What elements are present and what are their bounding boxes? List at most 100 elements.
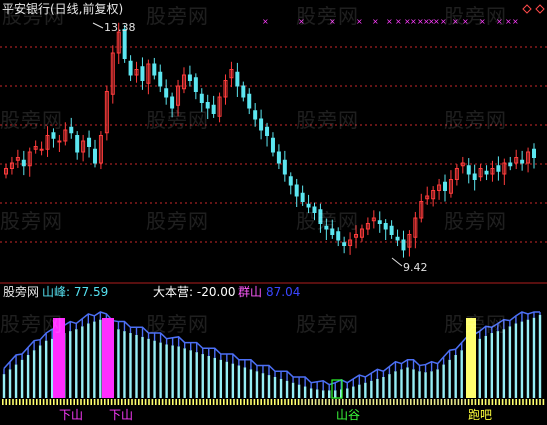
indicator-bar: [418, 371, 421, 398]
corner-diamonds[interactable]: [522, 4, 545, 14]
strip-tick: [182, 399, 184, 405]
strip-tick: [15, 399, 18, 405]
strip-tick: [474, 399, 477, 405]
indicator-bar: [26, 355, 30, 398]
strip-tick: [97, 399, 99, 405]
strip-tick: [399, 399, 402, 405]
strip-tick: [226, 399, 228, 405]
strip-tick: [189, 399, 191, 405]
high-pointer: [92, 22, 104, 29]
signal-label-down-2: 下山: [109, 408, 134, 422]
strip-tick: [325, 399, 327, 405]
indicator-bar: [309, 388, 313, 398]
candle-body: [508, 162, 513, 167]
low-price-label: 9.42: [403, 261, 428, 274]
qunshan-value: 87.04: [266, 285, 301, 299]
watermark: 股旁网: [146, 4, 209, 28]
candle-body: [164, 88, 169, 98]
strip-tick: [433, 399, 436, 405]
strip-tick: [495, 399, 497, 405]
strip-tick: [338, 399, 341, 405]
strip-tick: [46, 399, 48, 405]
candle-body: [152, 63, 157, 76]
strip-tick: [539, 399, 541, 405]
diamond-icon: [535, 4, 545, 14]
strip-tick: [172, 399, 174, 405]
indicator-bar: [38, 345, 42, 398]
strip-tick: [396, 399, 398, 405]
strip-tick: [457, 399, 460, 405]
candle-body: [270, 137, 275, 153]
indicator-bar: [388, 374, 391, 398]
strip-tick: [348, 399, 351, 405]
indicator-bar: [159, 342, 162, 398]
indicator-bar: [273, 376, 277, 398]
strip-tick: [260, 399, 262, 405]
strip-tick: [372, 399, 375, 405]
candle-body: [265, 126, 270, 136]
indicator-bar: [436, 369, 439, 398]
watermark: 股旁网: [2, 4, 65, 28]
strip-tick: [223, 399, 225, 405]
indicator-bar: [93, 321, 96, 398]
strip-tick: [393, 399, 395, 405]
indicator-bar: [32, 350, 36, 398]
strip-tick: [542, 399, 545, 405]
candle-body: [472, 173, 477, 180]
strip-tick: [481, 399, 483, 405]
strip-tick: [406, 399, 409, 405]
strip-tick: [277, 399, 279, 405]
indicator-bar: [303, 386, 307, 398]
strip-tick: [529, 399, 531, 405]
strip-tick: [66, 399, 69, 405]
indicator-bar: [508, 326, 512, 398]
strip-tick: [49, 399, 52, 405]
candle-body: [484, 170, 489, 175]
indicator-bar: [400, 369, 403, 398]
strip-tick: [314, 399, 317, 405]
candle-body: [140, 66, 145, 81]
strip-tick: [158, 399, 160, 405]
candle-body: [199, 93, 204, 103]
strip-tick: [461, 399, 463, 405]
candle-body: [282, 159, 287, 175]
strip-tick: [447, 399, 449, 405]
strip-tick: [236, 399, 239, 405]
strip-tick: [291, 399, 293, 405]
watermark: 股旁网: [0, 312, 63, 336]
indicator-bar: [538, 314, 542, 398]
signal-down-block: [102, 318, 114, 398]
indicator-bar: [183, 348, 186, 398]
candle-body: [300, 192, 305, 202]
indicator-bar: [69, 331, 72, 398]
strip-tick: [464, 399, 466, 405]
strip-tick: [335, 399, 337, 405]
strip-tick: [2, 399, 4, 405]
strip-tick: [141, 399, 143, 405]
strip-tick: [240, 399, 242, 405]
indicator-bar: [328, 390, 331, 398]
indicator-bar: [129, 333, 132, 398]
strip-tick: [117, 399, 120, 405]
indicator-bar: [243, 367, 247, 398]
strip-tick: [63, 399, 65, 405]
strip-tick: [416, 399, 419, 405]
strip-tick: [359, 399, 361, 405]
indicator-bar: [147, 338, 150, 398]
candle-body: [294, 184, 299, 197]
signal-mark: ×: [395, 17, 402, 26]
strip-tick: [267, 399, 269, 405]
strip-tick: [501, 399, 504, 405]
indicator-bar: [123, 331, 126, 398]
indicator-bar: [291, 382, 295, 398]
indicator-bar: [514, 323, 518, 398]
strip-tick: [127, 399, 130, 405]
indicator-bar: [297, 384, 301, 398]
indicator-bar: [526, 319, 530, 398]
strip-tick: [168, 399, 171, 405]
strip-tick: [382, 399, 385, 405]
indicator-bar: [20, 359, 24, 398]
strip-tick: [508, 399, 511, 405]
candle-body: [92, 148, 97, 164]
strip-tick: [185, 399, 188, 405]
